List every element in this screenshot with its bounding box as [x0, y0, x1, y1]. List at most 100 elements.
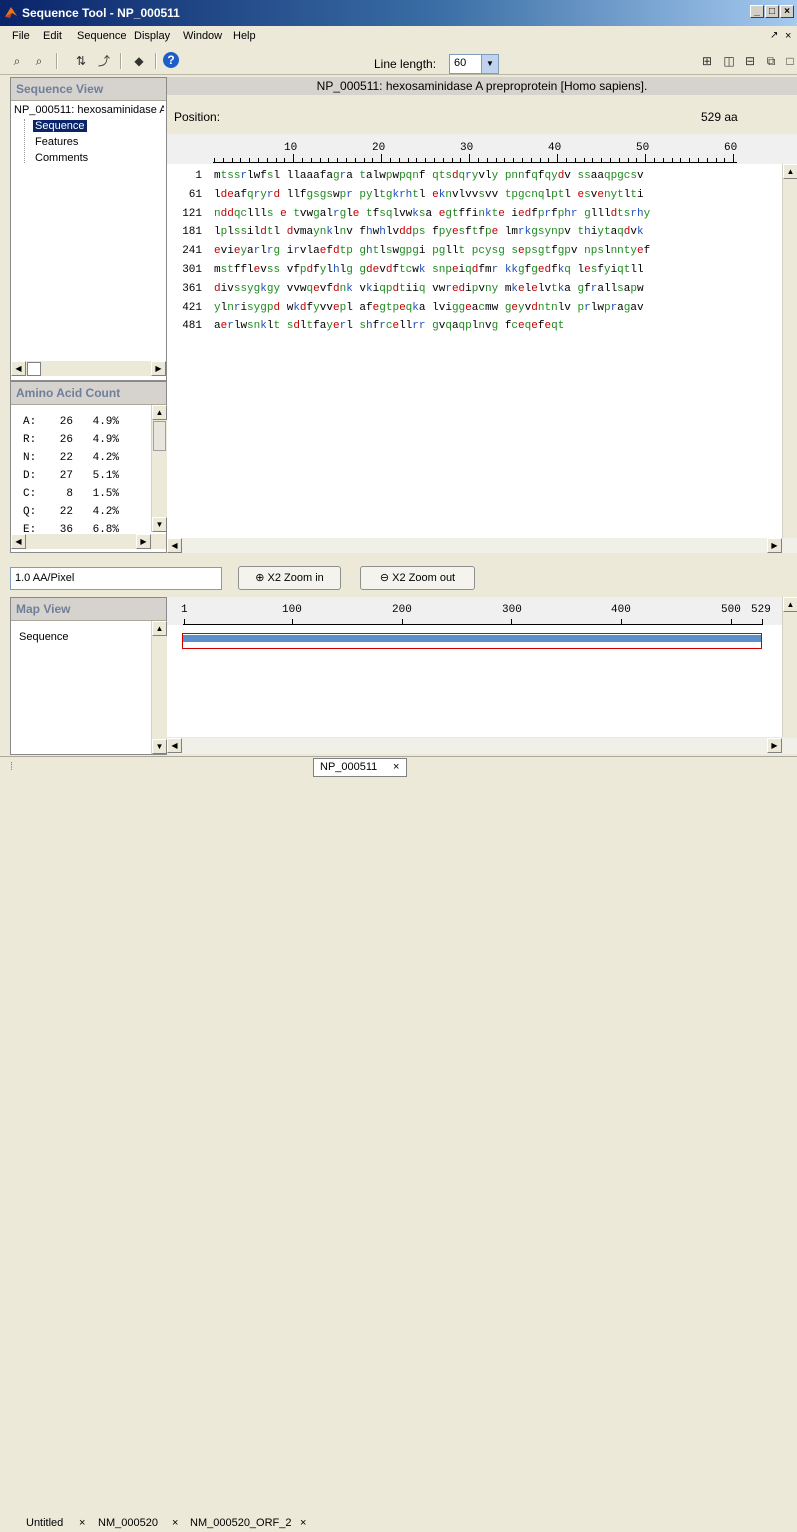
sequence-residues[interactable]: divssygkgy vvwqevfdnk vkiqpdtiiq vwredip…	[214, 283, 644, 295]
ruler-tick	[398, 158, 400, 162]
doc-close-icon[interactable]: ×	[785, 30, 791, 42]
magnifier-plus-icon: ⊕	[255, 572, 265, 584]
maximize-button[interactable]: □	[765, 5, 779, 18]
vertical-scrollbar[interactable]: ▲ ▼	[151, 405, 167, 532]
sequence-row-number: 421	[182, 301, 202, 314]
map-ruler-label: 100	[282, 604, 302, 616]
ruler-tick	[416, 158, 418, 162]
layout-rows-icon[interactable]: ⊟	[741, 52, 759, 70]
map-item-sequence[interactable]: Sequence	[19, 631, 69, 643]
zoom-in-tool-icon[interactable]: ⌕	[8, 52, 26, 70]
undock-icon[interactable]: ↗	[770, 30, 778, 41]
export-icon[interactable]: ⤴	[95, 52, 113, 70]
map-ruler-label: 200	[392, 604, 412, 616]
ruler-tick	[372, 158, 374, 162]
menu-window[interactable]: Window	[183, 30, 222, 42]
layout-columns-icon[interactable]: ◫	[720, 52, 738, 70]
minimize-button[interactable]: _	[750, 5, 764, 18]
status-bar	[0, 779, 797, 802]
tab-np-000511-active[interactable]: NP_000511 ×	[313, 758, 407, 777]
sequence-residues[interactable]: mtssrlwfsl llaaafagra talwpwpqnf qtsdqry…	[214, 170, 644, 182]
eraser-icon[interactable]: ◆	[130, 52, 148, 70]
tree-item-sequence[interactable]: Sequence	[33, 120, 87, 132]
scroll-right-icon[interactable]: ▶	[151, 361, 166, 376]
ruler-tick	[610, 158, 611, 162]
menu-sequence[interactable]: Sequence	[77, 30, 127, 42]
map-ruler-label: 529	[751, 604, 771, 616]
ruler-tick	[715, 158, 717, 162]
scroll-left-icon[interactable]: ◀	[167, 538, 182, 553]
sequence-residues[interactable]: nddqcllls e tvwgalrgle tfsqlvwksa egtffi…	[214, 208, 650, 220]
tab-nm-000520-orf-2[interactable]: NM_000520_ORF_2	[190, 1514, 292, 1532]
horizontal-scrollbar[interactable]: ◀ ▶	[167, 738, 797, 754]
tree-item-comments[interactable]: Comments	[35, 152, 88, 164]
sequence-residues[interactable]: lplssildtl dvmaynklnv fhwhlvddps fpyesft…	[214, 226, 644, 238]
tab-close-icon[interactable]: ×	[79, 1514, 85, 1532]
zoom-in-button[interactable]: ⊕ X2 Zoom in	[238, 566, 341, 590]
menu-edit[interactable]: Edit	[43, 30, 62, 42]
sequence-row: 181 lplssildtl dvmaynklnv fhwhlvddps fpye…	[172, 226, 644, 244]
map-sequence-track[interactable]	[182, 633, 762, 649]
aa-row: D: 27 5.1%	[23, 470, 119, 482]
tree-root[interactable]: NP_000511: hexosaminidase A	[14, 104, 164, 116]
position-bar: Position: 529 aa	[167, 96, 797, 134]
scroll-left-icon[interactable]: ◀	[11, 361, 26, 376]
tree-item-features[interactable]: Features	[35, 136, 78, 148]
ruler-tick	[266, 158, 268, 162]
ruler-tick	[249, 158, 251, 162]
scroll-right-icon[interactable]: ▶	[767, 538, 782, 553]
map-ruler-label: 300	[502, 604, 522, 616]
vertical-scrollbar[interactable]: ▲	[782, 164, 797, 539]
horizontal-scrollbar[interactable]: ◀ ▶	[11, 361, 166, 376]
horizontal-scrollbar[interactable]: ◀ ▶	[11, 534, 166, 549]
sequence-residues[interactable]: mstfflevss vfpdfylhlg gdevdftcwk snpeiqd…	[214, 264, 644, 276]
close-button[interactable]: ×	[780, 5, 794, 18]
layout-float-icon[interactable]: ⧉	[762, 52, 780, 70]
scroll-up-icon[interactable]: ▲	[783, 164, 797, 179]
line-length-select[interactable]: 60 ▼	[449, 54, 499, 74]
scroll-left-icon[interactable]: ◀	[11, 534, 26, 549]
sequence-row: 301 mstfflevss vfpdfylhlg gdevdftcwk snpe…	[172, 264, 644, 282]
zoom-out-tool-icon[interactable]: ⌕	[30, 52, 48, 70]
map-ruler-label: 1	[181, 604, 188, 616]
sequence-view-panel: Sequence View NP_000511: hexosaminidase …	[10, 77, 167, 381]
scroll-up-icon[interactable]: ▲	[152, 621, 167, 636]
menu-display[interactable]: Display	[134, 30, 170, 42]
scroll-left-icon[interactable]: ◀	[167, 738, 182, 753]
ruler-tick	[645, 154, 647, 162]
scroll-down-icon[interactable]: ▼	[152, 517, 167, 532]
scroll-up-icon[interactable]: ▲	[783, 597, 797, 612]
layout-single-icon[interactable]: □	[781, 52, 797, 70]
layout-grid-icon[interactable]: ⊞	[698, 52, 716, 70]
chevron-down-icon[interactable]: ▼	[481, 55, 498, 73]
help-icon[interactable]: ?	[163, 52, 179, 68]
tab-nm-000520[interactable]: NM_000520	[98, 1514, 158, 1532]
scale-input[interactable]: 1.0 AA/Pixel	[10, 567, 222, 590]
menu-help[interactable]: Help	[233, 30, 256, 42]
horizontal-scrollbar[interactable]: ◀ ▶	[167, 538, 797, 553]
tab-untitled[interactable]: Untitled	[26, 1514, 63, 1532]
sequence-residues[interactable]: aerlwsnklt sdltfayerl shfrcellrr gvqaqpl…	[214, 320, 564, 332]
zoom-out-button[interactable]: ⊖ X2 Zoom out	[360, 566, 475, 590]
tab-close-icon[interactable]: ×	[172, 1514, 178, 1532]
sequence-residues[interactable]: ylnrisygpd wkdfyvvepl afegtpeqka lviggea…	[214, 302, 644, 314]
sequence-residues[interactable]: evieyarlrg irvlaefdtp ghtlswgpgi pgllt p…	[214, 245, 650, 257]
vertical-scrollbar[interactable]: ▲ ▼	[151, 621, 167, 754]
tab-close-icon[interactable]: ×	[300, 1514, 306, 1532]
sequence-row-number: 61	[188, 188, 202, 201]
ruler-tick	[592, 158, 594, 162]
swap-icon[interactable]: ⇅	[72, 52, 90, 70]
ruler-tick	[680, 158, 682, 162]
scroll-down-icon[interactable]: ▼	[152, 739, 167, 754]
tab-close-icon[interactable]: ×	[393, 761, 399, 773]
scroll-up-icon[interactable]: ▲	[152, 405, 167, 420]
vertical-scrollbar[interactable]: ▲	[782, 597, 797, 737]
menu-file[interactable]: File	[12, 30, 30, 42]
scroll-right-icon[interactable]: ▶	[767, 738, 782, 753]
sequence-residues[interactable]: ldeafqryrd llfgsgswpr pyltgkrhtl eknvlvv…	[214, 189, 644, 201]
ruler-label: 30	[460, 142, 474, 154]
position-label: Position:	[174, 110, 221, 124]
scroll-right-icon[interactable]: ▶	[136, 534, 151, 549]
sequence-row-number: 121	[182, 207, 202, 220]
aa-row: Q: 22 4.2%	[23, 506, 119, 518]
